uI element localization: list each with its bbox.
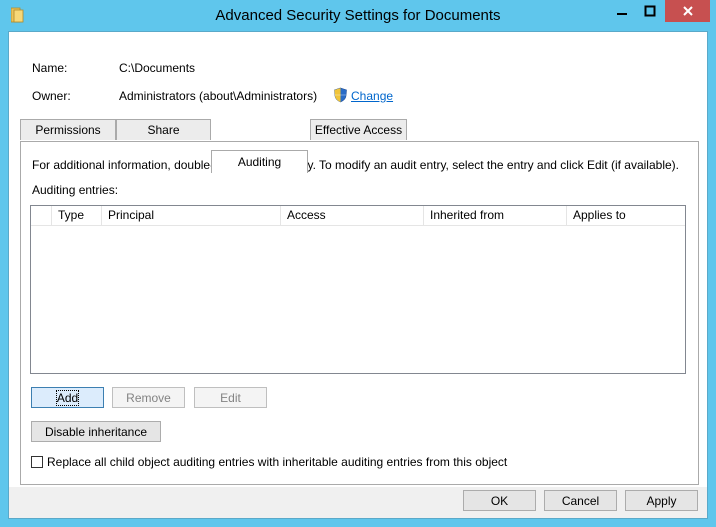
edit-button[interactable]: Edit xyxy=(194,387,267,408)
maximize-button[interactable] xyxy=(636,0,663,22)
close-icon xyxy=(682,6,693,16)
ok-button[interactable]: OK xyxy=(463,490,536,511)
tab-share[interactable]: Share xyxy=(116,119,211,140)
auditing-instructions: For additional information, double-click… xyxy=(32,158,679,172)
change-owner-link[interactable]: Change xyxy=(351,89,393,103)
column-header-inherited-from[interactable]: Inherited from xyxy=(424,206,567,225)
apply-button-label: Apply xyxy=(646,493,677,508)
add-button[interactable]: Add xyxy=(31,387,104,408)
auditing-entries-label: Auditing entries: xyxy=(32,183,119,197)
tab-effective-access[interactable]: Effective Access xyxy=(310,119,407,140)
cancel-button[interactable]: Cancel xyxy=(544,490,617,511)
name-label: Name: xyxy=(32,61,68,75)
list-header: Type Principal Access Inherited from App… xyxy=(31,206,685,226)
replace-child-entries-label[interactable]: Replace all child object auditing entrie… xyxy=(47,455,507,469)
column-header-applies-to[interactable]: Applies to xyxy=(567,206,685,225)
apply-button[interactable]: Apply xyxy=(625,490,698,511)
edit-button-label: Edit xyxy=(220,390,241,405)
minimize-button[interactable] xyxy=(609,0,635,22)
remove-button[interactable]: Remove xyxy=(112,387,185,408)
dialog-body: Name: C:\Documents Owner: Administrators… xyxy=(8,31,708,519)
disable-inheritance-button[interactable]: Disable inheritance xyxy=(31,421,161,442)
owner-label: Owner: xyxy=(32,89,71,103)
column-header-icon[interactable] xyxy=(31,206,52,225)
cancel-button-label: Cancel xyxy=(561,493,600,508)
column-header-type[interactable]: Type xyxy=(52,206,102,225)
remove-button-label: Remove xyxy=(126,390,171,405)
column-header-access[interactable]: Access xyxy=(281,206,424,225)
close-button[interactable] xyxy=(665,0,710,22)
add-button-label: Add xyxy=(55,389,80,406)
name-value: C:\Documents xyxy=(119,61,196,75)
owner-value: Administrators (about\Administrators) xyxy=(119,89,318,103)
footer-bar: OK Cancel Apply xyxy=(9,487,707,518)
tab-effective-access-label: Effective Access xyxy=(314,123,403,137)
title-bar[interactable]: Advanced Security Settings for Documents xyxy=(0,0,716,31)
tab-share-label: Share xyxy=(147,123,180,137)
uac-shield-icon xyxy=(334,87,347,103)
disable-inheritance-button-label: Disable inheritance xyxy=(44,424,148,439)
replace-child-entries-checkbox[interactable] xyxy=(31,456,43,468)
auditing-entries-list[interactable]: Type Principal Access Inherited from App… xyxy=(30,205,686,374)
maximize-icon xyxy=(644,5,655,17)
tab-auditing[interactable]: Auditing xyxy=(211,150,308,173)
minimize-icon xyxy=(617,13,627,15)
tab-permissions-label: Permissions xyxy=(35,123,101,137)
column-header-principal[interactable]: Principal xyxy=(102,206,281,225)
tab-permissions[interactable]: Permissions xyxy=(20,119,116,140)
ok-button-label: OK xyxy=(490,493,509,508)
tab-auditing-label: Auditing xyxy=(237,155,282,169)
security-settings-window: Advanced Security Settings for Documents… xyxy=(0,0,716,527)
